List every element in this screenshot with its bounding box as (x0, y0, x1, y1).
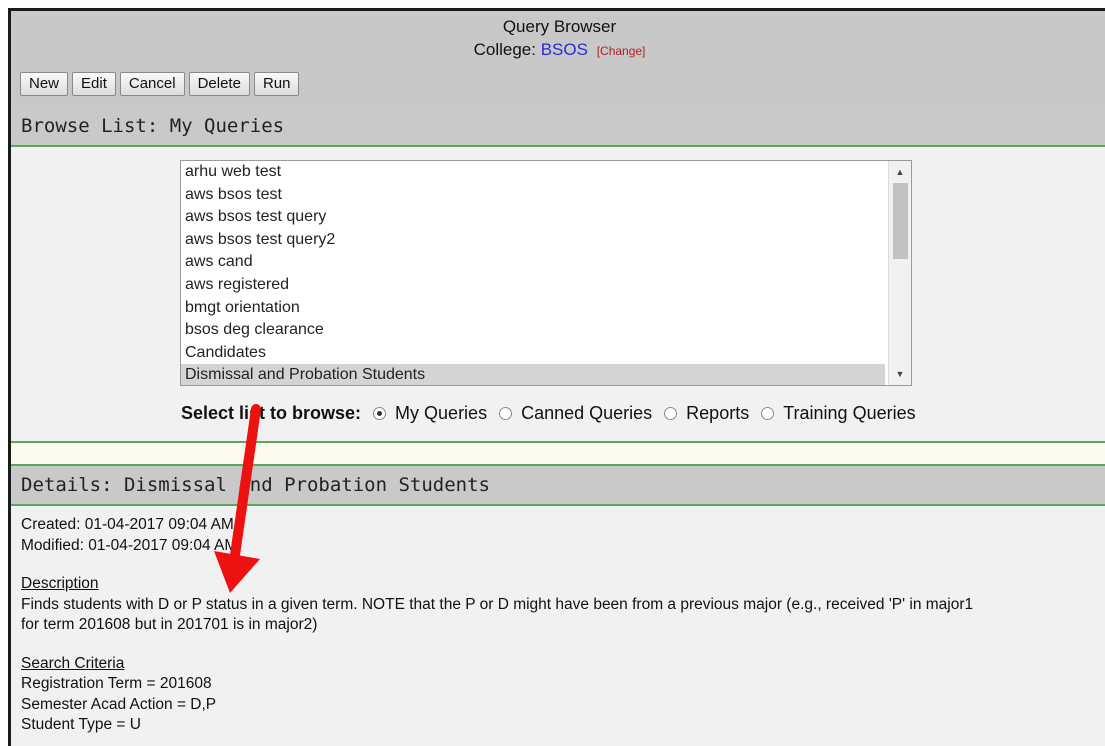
list-selector: Select list to browse: My Queries Canned… (181, 403, 928, 424)
toolbar: New Edit Cancel Delete Run (20, 72, 300, 96)
query-list-item[interactable]: Dismissal and Probation Students (181, 364, 885, 385)
browse-list-title: Browse List: My Queries (11, 107, 1105, 147)
change-college-link[interactable]: [Change] (597, 44, 646, 58)
option-my-queries[interactable]: My Queries (395, 403, 487, 424)
description-line-2: for term 201608 but in 201701 is in majo… (21, 616, 318, 633)
college-line: College: BSOS [Change] (11, 40, 1105, 60)
query-browser-window: Query Browser College: BSOS [Change] New… (8, 8, 1105, 746)
run-button[interactable]: Run (253, 72, 300, 96)
query-list-item[interactable]: bmgt orientation (181, 297, 885, 320)
criteria-item: Semester Acad Action = D,P (21, 695, 217, 713)
query-list-item[interactable]: aws bsos test query (181, 206, 885, 229)
header: Query Browser College: BSOS [Change] New… (11, 11, 1105, 109)
query-list-item[interactable]: Candidates (181, 342, 885, 365)
page-title: Query Browser (502, 17, 617, 36)
scroll-up-icon[interactable]: ▲ (889, 163, 911, 181)
radio-reports[interactable] (664, 407, 678, 420)
cancel-button[interactable]: Cancel (119, 72, 185, 96)
radio-training-queries[interactable] (761, 407, 775, 420)
radio-my-queries[interactable] (373, 407, 387, 420)
new-button[interactable]: New (20, 72, 69, 96)
details-body: Created: 01-04-2017 09:04 AM Modified: 0… (11, 506, 1105, 736)
edit-button[interactable]: Edit (72, 72, 116, 96)
created-text: Created: 01-04-2017 09:04 AM (21, 516, 234, 533)
browse-panel: Browse List: My Queries arhu web test aws… (11, 107, 1105, 443)
option-canned-queries[interactable]: Canned Queries (521, 403, 652, 424)
option-training-queries[interactable]: Training Queries (783, 403, 915, 424)
criteria-item: Registration Term = 201608 (21, 675, 212, 692)
listbox-scrollbar[interactable]: ▲ ▼ (888, 161, 911, 385)
scroll-thumb[interactable] (893, 183, 908, 259)
criteria-item: Student Type = U (21, 716, 141, 733)
query-list-item[interactable]: arhu web test (181, 161, 885, 184)
description-line-1: Finds students with D or P status in a g… (21, 595, 974, 613)
option-reports[interactable]: Reports (686, 403, 749, 424)
query-list: arhu web test aws bsos test aws bsos test … (181, 161, 911, 385)
modified-text: Modified: 01-04-2017 09:04 AM (21, 536, 238, 554)
description-heading: Description (21, 575, 99, 592)
query-list-item[interactable]: aws registered (181, 274, 885, 297)
query-listbox[interactable]: arhu web test aws bsos test aws bsos test … (180, 160, 912, 386)
list-selector-label: Select list to browse: (181, 403, 362, 423)
query-list-item[interactable]: aws cand (181, 251, 885, 274)
query-list-item[interactable]: aws bsos test query2 (181, 229, 885, 252)
details-panel: Details: Dismissal and Probation Student… (11, 464, 1105, 746)
details-title: Details: Dismissal and Probation Student… (11, 466, 1105, 506)
college-code-link[interactable]: BSOS (541, 40, 588, 59)
criteria-heading: Search Criteria (21, 654, 125, 672)
radio-canned-queries[interactable] (499, 407, 513, 420)
college-label: College: (473, 40, 536, 59)
query-list-item[interactable]: aws bsos test (181, 184, 885, 207)
scroll-down-icon[interactable]: ▼ (889, 365, 911, 383)
delete-button[interactable]: Delete (188, 72, 250, 96)
query-list-item[interactable]: bsos deg clearance (181, 319, 885, 342)
